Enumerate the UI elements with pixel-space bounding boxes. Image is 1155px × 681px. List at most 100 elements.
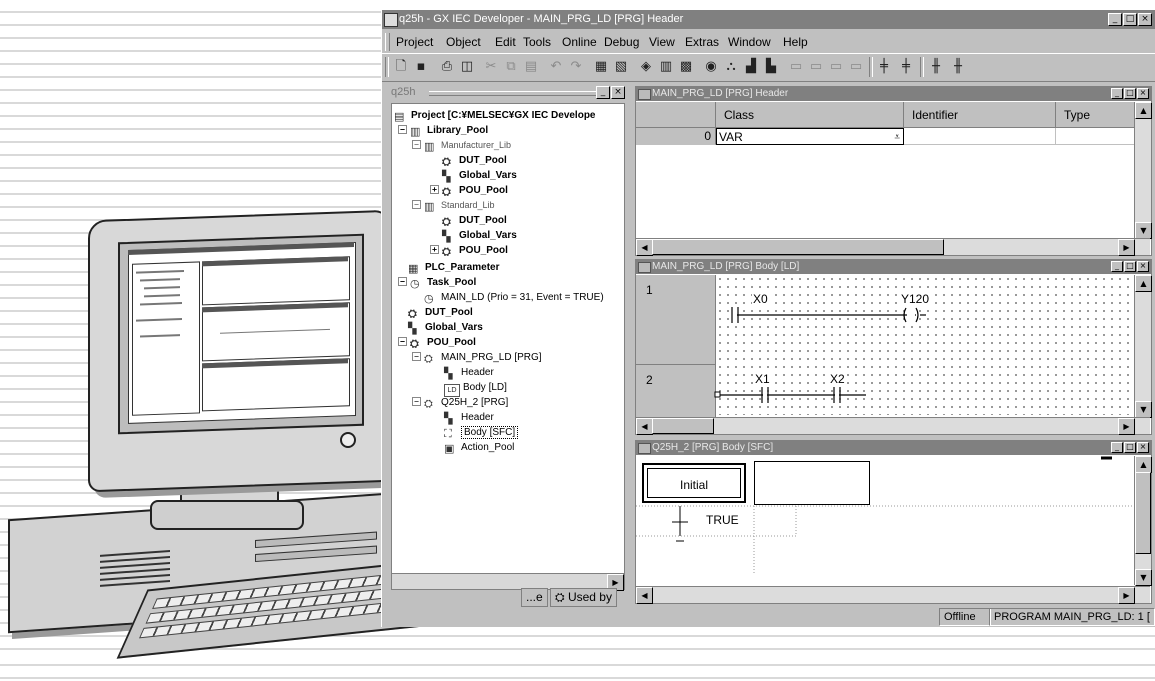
- header-vertical-scrollbar[interactable]: ▲ ▼: [1134, 102, 1152, 239]
- tree-item-header[interactable]: ▚ Header: [444, 365, 494, 380]
- menu-edit[interactable]: Edit: [495, 35, 516, 49]
- tree-item-global-vars[interactable]: ▚ Global_Vars: [442, 228, 517, 243]
- collapse-toggle[interactable]: −: [398, 125, 407, 134]
- open-body-icon[interactable]: ▧: [612, 58, 630, 76]
- tree-item-dut-pool[interactable]: ⛭ DUT_Pool: [408, 305, 473, 320]
- tree-item-main-prg-ld[interactable]: − ⛭ MAIN_PRG_LD [PRG]: [412, 350, 542, 365]
- tree-item-task-pool[interactable]: − ◷ Task_Pool: [398, 275, 476, 290]
- column-header-index[interactable]: [636, 102, 716, 128]
- close-button[interactable]: ×: [1138, 13, 1152, 26]
- menubar-grip[interactable]: [385, 33, 390, 51]
- check-icon[interactable]: ◈: [637, 58, 655, 76]
- menu-object[interactable]: Object: [446, 35, 481, 49]
- scroll-right-button[interactable]: ▶: [1118, 418, 1135, 435]
- insert-rung-above-icon[interactable]: ╪: [875, 58, 893, 76]
- close-button[interactable]: ×: [1137, 88, 1149, 99]
- scroll-down-button[interactable]: ▼: [1135, 569, 1152, 586]
- tree-item-manufacturer-lib[interactable]: − ▥ Manufacturer_Lib: [412, 138, 511, 153]
- tab-calls[interactable]: ...e: [521, 588, 548, 607]
- menu-window[interactable]: Window: [728, 35, 771, 49]
- collapse-toggle[interactable]: −: [412, 352, 421, 361]
- sfc-horizontal-scrollbar[interactable]: ◀ ▶: [636, 586, 1150, 604]
- contact-label[interactable]: X2: [829, 373, 846, 386]
- minimize-button[interactable]: _: [1111, 261, 1123, 272]
- transition-condition[interactable]: TRUE: [706, 513, 739, 527]
- build-icon[interactable]: ▩: [677, 58, 695, 76]
- minimize-button[interactable]: _: [1111, 88, 1123, 99]
- ld-vertical-scrollbar[interactable]: ▲ ▼: [1134, 275, 1152, 418]
- column-header-identifier[interactable]: Identifier: [904, 102, 1056, 128]
- maximize-button[interactable]: □: [1124, 88, 1136, 99]
- device4-icon[interactable]: ▭: [847, 58, 865, 76]
- tree-item-body-sfc[interactable]: ⛶ Body [SFC]: [444, 425, 519, 440]
- contact-label[interactable]: X1: [754, 373, 771, 386]
- device3-icon[interactable]: ▭: [827, 58, 845, 76]
- open-header-icon[interactable]: ▦: [592, 58, 610, 76]
- undo-icon[interactable]: ↶: [547, 58, 565, 76]
- toolbar-grip[interactable]: [385, 57, 389, 77]
- tree-item-pou-pool[interactable]: − ⛭ POU_Pool: [398, 335, 476, 350]
- contact-label[interactable]: X0: [752, 293, 769, 306]
- close-button[interactable]: ×: [1137, 442, 1149, 453]
- tree-item-pou-pool[interactable]: + ⛭ POU_Pool: [430, 243, 508, 258]
- device2-icon[interactable]: ▭: [807, 58, 825, 76]
- identifier-cell[interactable]: [904, 128, 1056, 145]
- tree-item-plc-parameter[interactable]: ▦ PLC_Parameter: [408, 260, 499, 275]
- expand-toggle[interactable]: +: [430, 245, 439, 254]
- scroll-left-button[interactable]: ◀: [636, 418, 653, 435]
- header-horizontal-scrollbar[interactable]: ◀ ▶: [636, 238, 1150, 256]
- scroll-left-button[interactable]: ◀: [636, 239, 653, 256]
- app-icon[interactable]: [384, 13, 398, 27]
- menu-extras[interactable]: Extras: [685, 35, 719, 49]
- scroll-up-button[interactable]: ▲: [1135, 275, 1152, 292]
- dropdown-arrow-icon[interactable]: ⩡: [894, 129, 900, 146]
- scroll-thumb[interactable]: [652, 418, 714, 434]
- monitor-icon[interactable]: ◉: [702, 58, 720, 76]
- navigator-minimize-button[interactable]: _: [596, 86, 610, 99]
- menu-help[interactable]: Help: [783, 35, 808, 49]
- print-icon[interactable]: ⎙: [438, 58, 456, 76]
- scroll-left-button[interactable]: ◀: [636, 587, 653, 604]
- sfc-vertical-scrollbar[interactable]: ▲ ▼: [1134, 456, 1152, 586]
- insert-rung-below-icon[interactable]: ╪: [897, 58, 915, 76]
- collapse-toggle[interactable]: −: [412, 200, 421, 209]
- collapse-toggle[interactable]: −: [398, 337, 407, 346]
- scroll-down-button[interactable]: ▼: [1135, 222, 1152, 239]
- maximize-button[interactable]: □: [1123, 13, 1137, 26]
- window-titlebar[interactable]: q25h - GX IEC Developer - MAIN_PRG_LD [P…: [382, 10, 1155, 29]
- print-preview-icon[interactable]: ◫: [458, 58, 476, 76]
- tree-item-global-vars[interactable]: ▚ Global_Vars: [442, 168, 517, 183]
- sfc-window-titlebar[interactable]: Q25H_2 [PRG] Body [SFC] _ □ ×: [636, 441, 1151, 455]
- minimize-button[interactable]: _: [1111, 442, 1123, 453]
- redo-icon[interactable]: ↷: [567, 58, 585, 76]
- menu-online[interactable]: Online: [562, 35, 597, 49]
- action-block[interactable]: [754, 461, 870, 505]
- tree-item-dut-pool[interactable]: ⛭ DUT_Pool: [442, 213, 507, 228]
- compile-icon[interactable]: ▥: [657, 58, 675, 76]
- read-icon[interactable]: ▟: [742, 58, 760, 76]
- menu-tools[interactable]: Tools: [523, 35, 551, 49]
- coil-label[interactable]: Y120: [900, 293, 931, 306]
- scroll-thumb[interactable]: [1135, 472, 1151, 554]
- class-dropdown[interactable]: VAR ⩡: [716, 128, 904, 145]
- ld-horizontal-scrollbar[interactable]: ◀ ▶: [636, 417, 1150, 435]
- tree-item-dut-pool[interactable]: ⛭ DUT_Pool: [442, 153, 507, 168]
- transfer-icon[interactable]: ⛬: [722, 58, 740, 76]
- close-button[interactable]: ×: [1137, 261, 1149, 272]
- write-icon[interactable]: ▙: [762, 58, 780, 76]
- insert-column-left-icon[interactable]: ╫: [927, 58, 945, 76]
- column-header-type[interactable]: Type: [1056, 102, 1136, 128]
- maximize-button[interactable]: □: [1124, 442, 1136, 453]
- paste-icon[interactable]: ▤: [522, 58, 540, 76]
- tree-item-library-pool[interactable]: − ▥ Library_Pool: [398, 123, 488, 138]
- navigator-close-button[interactable]: ×: [611, 86, 625, 99]
- tree-item-action-pool[interactable]: ▣ Action_Pool: [444, 440, 514, 455]
- expand-toggle[interactable]: +: [430, 185, 439, 194]
- navigator-titlebar[interactable]: q25h _ ×: [389, 85, 625, 101]
- header-window-titlebar[interactable]: MAIN_PRG_LD [PRG] Header _ □ ×: [636, 87, 1151, 101]
- cut-icon[interactable]: ✂: [482, 58, 500, 76]
- tree-item-main-ld-task[interactable]: ◷ MAIN_LD (Prio = 31, Event = TRUE): [424, 290, 604, 305]
- scroll-right-button[interactable]: ▶: [1118, 587, 1135, 604]
- scroll-right-button[interactable]: ▶: [1118, 239, 1135, 256]
- collapse-toggle[interactable]: −: [412, 397, 421, 406]
